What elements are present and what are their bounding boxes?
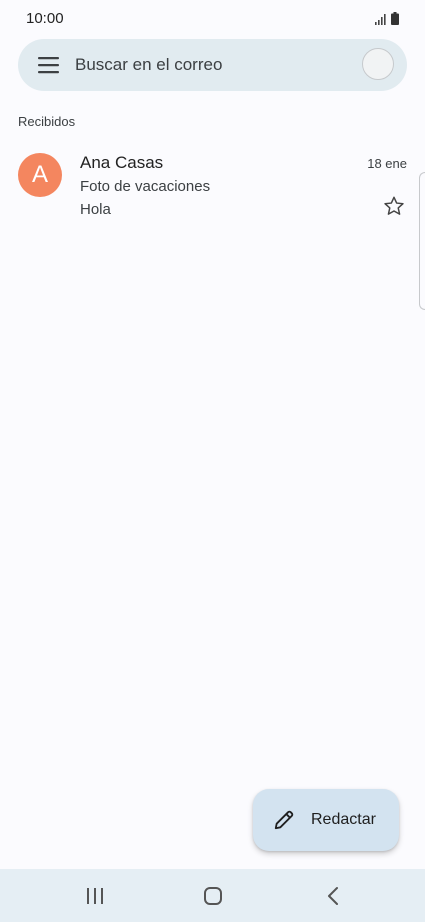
search-bar[interactable]: Buscar en el correo [18,39,407,91]
account-avatar-icon[interactable] [362,48,394,80]
email-subject: Foto de vacaciones [80,178,211,195]
email-sender: Ana Casas [80,153,164,172]
battery-icon [391,12,399,25]
compose-label: Redactar [311,811,376,828]
scroll-handle[interactable] [419,172,425,310]
compose-button[interactable]: Redactar [253,789,399,851]
star-icon[interactable] [383,195,405,217]
sender-avatar[interactable]: A [18,153,62,197]
signal-icon [375,14,386,25]
menu-icon[interactable] [38,56,59,74]
status-time: 10:00 [26,10,64,27]
email-date: 18 ene [367,156,407,171]
recent-apps-icon[interactable] [80,881,110,911]
search-input[interactable]: Buscar en el correo [75,55,222,75]
section-label: Recibidos [18,114,76,129]
pencil-icon [274,810,294,830]
list-item[interactable]: A Ana Casas 18 ene Foto de vacaciones Ho… [0,145,425,230]
email-snippet: Hola [80,201,111,218]
back-icon[interactable] [318,881,348,911]
status-bar: 10:00 [0,0,425,36]
home-icon[interactable] [198,881,228,911]
navigation-bar [0,869,425,922]
status-icons [375,12,399,25]
